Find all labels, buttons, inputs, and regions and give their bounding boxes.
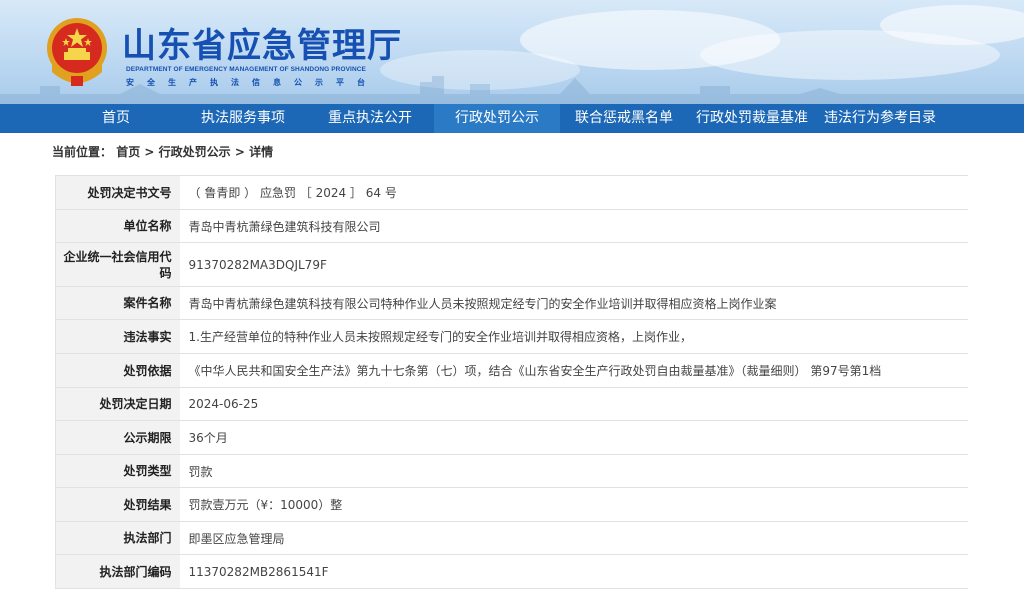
detail-value: 2024-06-25 — [179, 387, 968, 421]
breadcrumb-prefix: 当前位置： — [52, 145, 113, 159]
site-subtitle: 安全生产执法信息公示平台 — [126, 78, 378, 87]
site-header: 山东省应急管理厅 DEPARTMENT OF EMERGENCY MANAGEM… — [0, 0, 1024, 104]
detail-label: 执法部门 — [55, 521, 180, 555]
detail-label: 案件名称 — [55, 286, 180, 320]
detail-value: 罚款壹万元（¥：10000）整 — [179, 487, 968, 522]
breadcrumb-home-link[interactable]: 首页 — [116, 145, 140, 159]
detail-label: 处罚类型 — [55, 454, 180, 488]
detail-value: 青岛中青杭萧绿色建筑科技有限公司特种作业人员未按照规定经专门的安全作业培训并取得… — [179, 286, 968, 320]
detail-row-dept-code: 执法部门编码 11370282MB2861541F — [55, 554, 968, 589]
main-nav: 首页 执法服务事项 重点执法公开 行政处罚公示 联合惩戒黑名单 行政处罚裁量基准… — [0, 104, 1024, 133]
detail-label: 违法事实 — [55, 319, 180, 354]
detail-value: 36个月 — [179, 420, 968, 455]
detail-row-company-name: 单位名称 青岛中青杭萧绿色建筑科技有限公司 — [55, 209, 968, 243]
national-emblem-icon — [47, 18, 107, 86]
detail-value: 《中华人民共和国安全生产法》第九十七条第（七）项，结合《山东省安全生产行政处罚自… — [179, 353, 968, 388]
breadcrumb-section-link[interactable]: 行政处罚公示 — [159, 145, 231, 159]
breadcrumb-current: 详情 — [249, 145, 274, 159]
nav-item-key-enforcement[interactable]: 重点执法公开 — [318, 104, 422, 133]
detail-value: 罚款 — [179, 454, 968, 488]
site-title: 山东省应急管理厅 — [122, 26, 402, 66]
nav-item-law-services[interactable]: 执法服务事项 — [190, 104, 296, 133]
nav-item-blacklist[interactable]: 联合惩戒黑名单 — [570, 104, 678, 133]
breadcrumb-separator: > — [230, 145, 250, 159]
detail-label: 公示期限 — [55, 420, 180, 455]
detail-label: 企业统一社会信用代码 — [55, 242, 180, 287]
detail-row-legal-basis: 处罚依据 《中华人民共和国安全生产法》第九十七条第（七）项，结合《山东省安全生产… — [55, 353, 968, 388]
detail-row-decision-number: 处罚决定书文号 （ 鲁青即 ） 应急罚 ［ 2024 ］ 64 号 — [55, 175, 968, 210]
breadcrumb-separator: > — [140, 145, 159, 159]
detail-row-enforcement-dept: 执法部门 即墨区应急管理局 — [55, 521, 968, 555]
detail-row-case-name: 案件名称 青岛中青杭萧绿色建筑科技有限公司特种作业人员未按照规定经专门的安全作业… — [55, 286, 968, 320]
detail-label: 处罚依据 — [55, 353, 180, 388]
detail-label: 处罚决定日期 — [55, 387, 180, 421]
detail-row-penalty-type: 处罚类型 罚款 — [55, 454, 968, 488]
detail-value: 1.生产经营单位的特种作业人员未按照规定经专门的安全作业培训并取得相应资格，上岗… — [179, 319, 968, 354]
site-title-en: DEPARTMENT OF EMERGENCY MANAGEMENT OF SH… — [126, 66, 366, 73]
breadcrumb: 当前位置： 首页 > 行政处罚公示 > 详情 — [52, 143, 273, 160]
nav-item-admin-penalty[interactable]: 行政处罚公示 — [434, 104, 560, 133]
detail-label: 处罚决定书文号 — [55, 175, 180, 210]
detail-row-violation-facts: 违法事实 1.生产经营单位的特种作业人员未按照规定经专门的安全作业培训并取得相应… — [55, 319, 968, 354]
detail-value: 即墨区应急管理局 — [179, 521, 968, 555]
detail-value: 11370282MB2861541F — [179, 554, 968, 589]
detail-label: 执法部门编码 — [55, 554, 180, 589]
nav-item-violation-catalog[interactable]: 违法行为参考目录 — [818, 104, 942, 133]
nav-item-penalty-standard[interactable]: 行政处罚裁量基准 — [690, 104, 814, 133]
detail-value: （ 鲁青即 ） 应急罚 ［ 2024 ］ 64 号 — [179, 175, 968, 210]
nav-item-home[interactable]: 首页 — [72, 104, 160, 133]
detail-row-credit-code: 企业统一社会信用代码 91370282MA3DQJL79F — [55, 242, 968, 287]
detail-label: 单位名称 — [55, 209, 180, 243]
penalty-detail-table: 处罚决定书文号 （ 鲁青即 ） 应急罚 ［ 2024 ］ 64 号 单位名称 青… — [55, 175, 968, 589]
detail-label: 处罚结果 — [55, 487, 180, 522]
detail-value: 91370282MA3DQJL79F — [179, 242, 968, 287]
detail-row-decision-date: 处罚决定日期 2024-06-25 — [55, 387, 968, 421]
detail-value: 青岛中青杭萧绿色建筑科技有限公司 — [179, 209, 968, 243]
detail-row-publicity-period: 公示期限 36个月 — [55, 420, 968, 455]
detail-row-penalty-result: 处罚结果 罚款壹万元（¥：10000）整 — [55, 487, 968, 522]
